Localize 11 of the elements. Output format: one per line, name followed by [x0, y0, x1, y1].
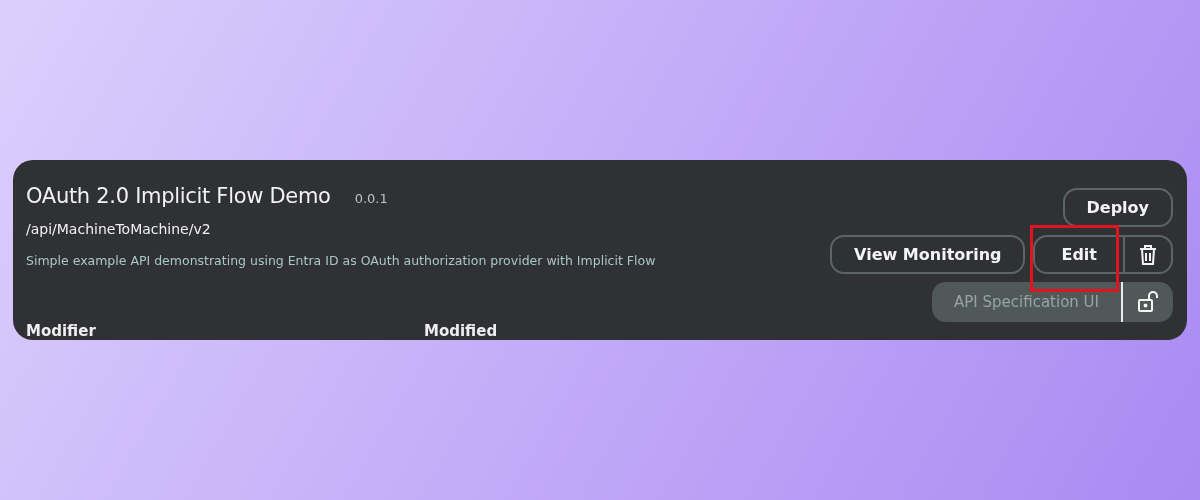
api-path: /api/MachineToMachine/v2	[26, 221, 212, 237]
trash-icon	[1139, 244, 1157, 265]
version-label: 0.0.1	[354, 191, 388, 206]
field-label: Modified	[424, 322, 499, 340]
view-monitoring-button[interactable]: View Monitoring	[830, 235, 1026, 274]
api-title: OAuth 2.0 Implicit Flow Demo	[26, 184, 331, 208]
deploy-button[interactable]: Deploy	[1062, 188, 1173, 227]
field-label: Modifier	[26, 322, 97, 340]
edit-button[interactable]: Edit	[1035, 237, 1125, 272]
api-description: Simple example API demonstrating using Entra ID as OAuth authorization provider with Implicit Flow	[26, 253, 657, 268]
unlocked-padlock-icon	[1137, 291, 1159, 313]
